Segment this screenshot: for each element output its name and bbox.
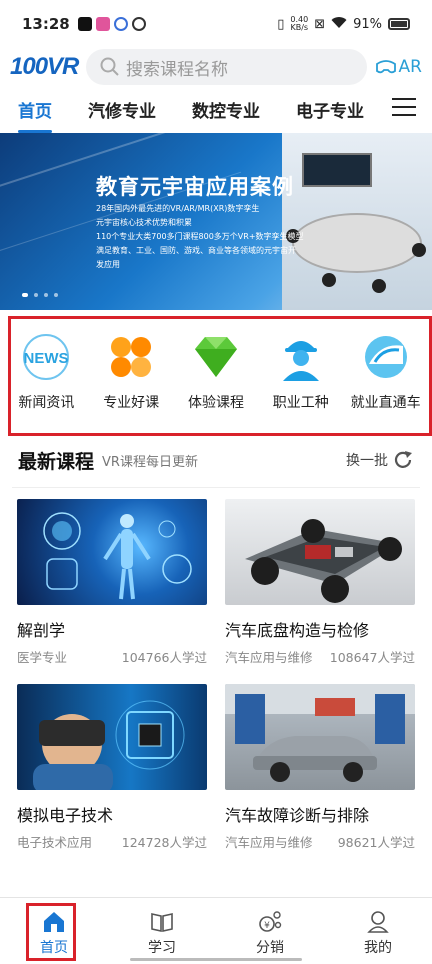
status-time: 13:28	[22, 15, 70, 33]
course-name: 解剖学	[17, 621, 66, 640]
nav-study[interactable]: 学习	[108, 898, 216, 964]
gesture-bar[interactable]	[130, 958, 302, 961]
course-learners: 124728人学过	[121, 835, 207, 850]
share-money-icon: ¥	[259, 911, 282, 932]
nav-distribution[interactable]: ¥ 分销	[216, 898, 324, 964]
highlight-box-categories	[8, 316, 432, 436]
settings-notification-icon	[113, 17, 128, 31]
category-tabs: 首页 汽修专业 数控专业 电子专业	[0, 86, 432, 133]
course-category: 电子技术应用	[17, 835, 93, 850]
banner-line: 发应用	[96, 260, 120, 269]
course-learners: 108647人学过	[329, 650, 415, 665]
banner-line: 满足教育、工业、国防、游戏、商业等各领域的元宇宙开	[96, 246, 296, 255]
course-card[interactable]: 解剖学 医学专业 104766人学过	[17, 499, 207, 666]
banner-title: 教育元宇宙应用案例	[96, 175, 294, 199]
network-speed: 0.40 KB/s	[290, 15, 309, 32]
nav-profile[interactable]: 我的	[324, 898, 432, 964]
battery-level: 91%	[353, 16, 382, 32]
tiktok-notification-icon	[77, 17, 92, 31]
banner-line: 28年国内外最先进的VR/AR/MR(XR)数字孪生	[96, 204, 260, 213]
banner-line: 元宇宙核心技术优势和积累	[96, 218, 192, 227]
refresh-icon	[394, 451, 412, 468]
status-bar: 13:28 ▯ 0.40 KB/s ⊠ 91%	[0, 0, 432, 48]
app-notification-icon	[95, 17, 110, 31]
course-card[interactable]: 汽车故障诊断与排除 汽车应用与维修 98621人学过	[225, 684, 415, 851]
ar-button[interactable]: AR	[375, 57, 422, 77]
course-name: 汽车底盘构造与检修	[225, 621, 370, 640]
course-thumbnail-electronics	[17, 684, 207, 790]
tab-cnc[interactable]: 数控专业	[192, 97, 260, 122]
section-subtitle: VR课程每日更新	[102, 454, 198, 470]
tab-auto-repair[interactable]: 汽修专业	[88, 97, 156, 122]
sim-off-icon: ⊠	[314, 16, 326, 32]
course-card[interactable]: 模拟电子技术 电子技术应用 124728人学过	[17, 684, 207, 851]
refresh-button[interactable]: 换一批	[346, 449, 414, 471]
battery-icon	[388, 18, 410, 30]
course-name: 模拟电子技术	[17, 806, 114, 825]
app-logo: 100VR	[10, 53, 79, 80]
course-thumbnail-diagnosis	[225, 684, 415, 790]
book-icon	[151, 913, 173, 932]
promo-banner[interactable]: 教育元宇宙应用案例 28年国内外最先进的VR/AR/MR(XR)数字孪生 元宇宙…	[0, 133, 432, 310]
course-name: 汽车故障诊断与排除	[225, 806, 370, 825]
classroom-image	[282, 133, 432, 310]
carousel-indicator	[22, 293, 58, 297]
vr-headset-icon	[375, 60, 396, 74]
tab-electronics[interactable]: 电子专业	[296, 97, 364, 122]
section-title: 最新课程	[18, 450, 95, 473]
search-input[interactable]: 搜索课程名称	[86, 49, 367, 85]
vibrate-icon: ▯	[277, 16, 285, 32]
menu-icon[interactable]	[392, 98, 416, 118]
svg-text:¥: ¥	[264, 921, 270, 931]
top-bar: 100VR 搜索课程名称 AR	[0, 48, 432, 86]
course-learners: 104766人学过	[121, 650, 207, 665]
course-thumbnail-anatomy	[17, 499, 207, 605]
banner-line: 110个专业大类700多门课程800多万个VR+数字孪生模型	[96, 232, 304, 241]
course-category: 医学专业	[17, 650, 68, 665]
wifi-icon	[331, 16, 347, 33]
search-placeholder: 搜索课程名称	[126, 59, 228, 80]
course-learners: 98621人学过	[337, 835, 415, 850]
highlight-box-home-nav	[26, 903, 76, 961]
course-category: 汽车应用与维修	[225, 835, 313, 850]
search-icon	[100, 57, 119, 76]
course-thumbnail-chassis	[225, 499, 415, 605]
latest-courses-header: 最新课程 VR课程每日更新 换一批	[18, 440, 414, 480]
tab-home[interactable]: 首页	[18, 97, 52, 133]
course-card[interactable]: 汽车底盘构造与检修 汽车应用与维修 108647人学过	[225, 499, 415, 666]
user-icon	[367, 911, 389, 933]
course-category: 汽车应用与维修	[225, 650, 313, 665]
link-notification-icon	[131, 17, 146, 31]
